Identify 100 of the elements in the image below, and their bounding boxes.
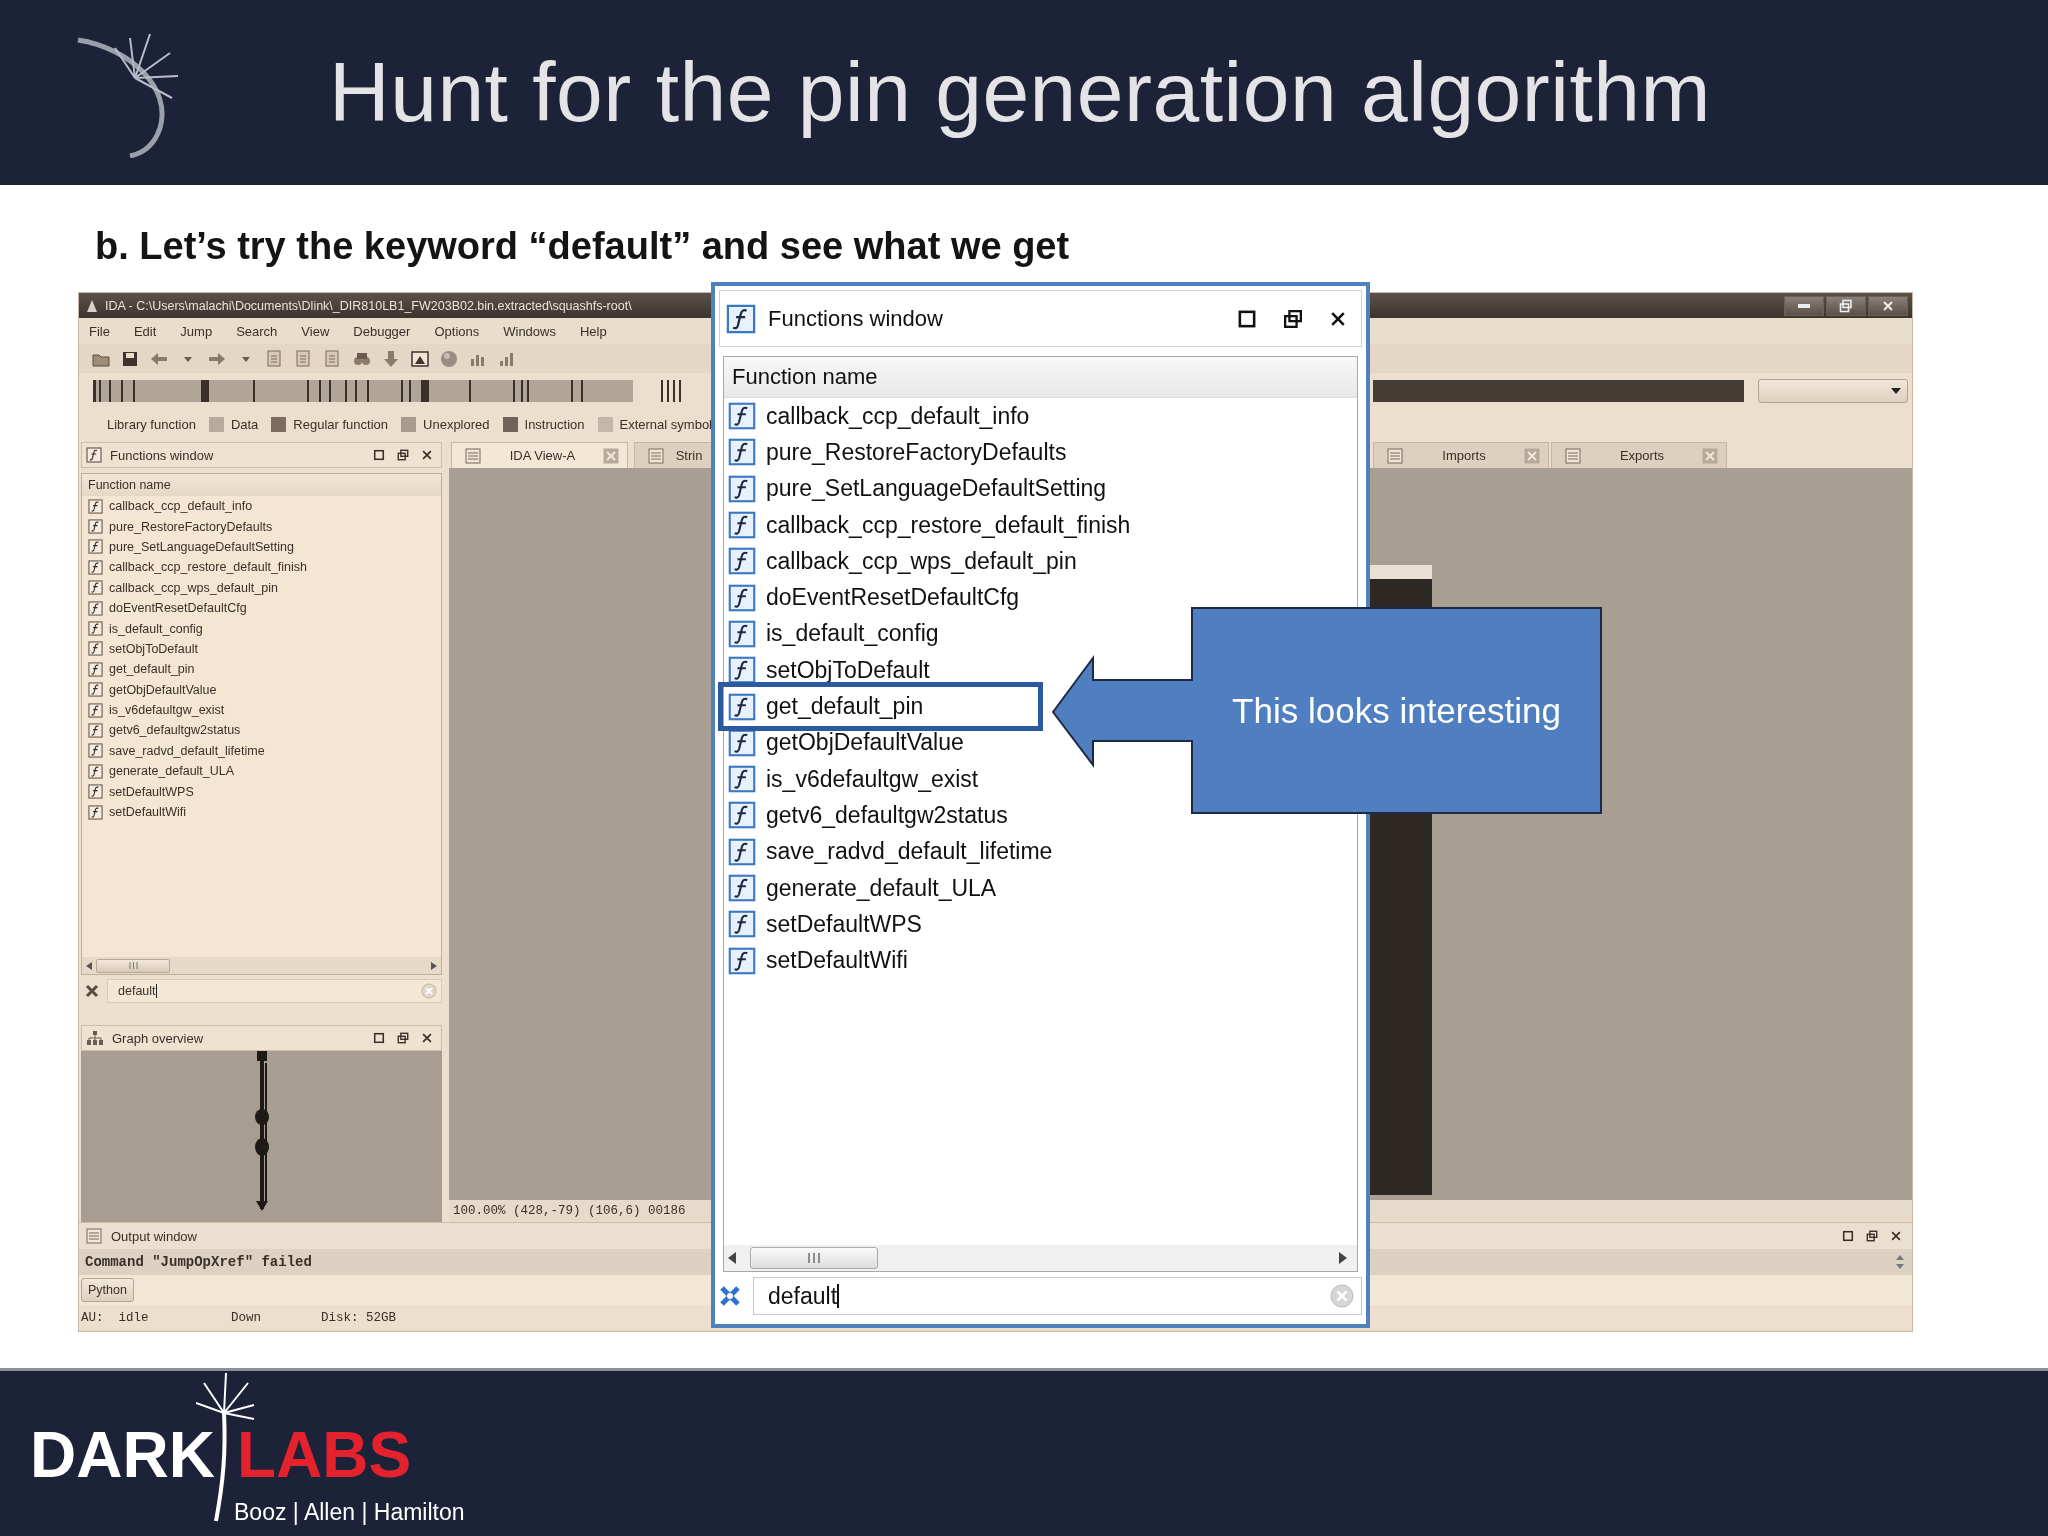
left-arrow-icon: [86, 961, 92, 970]
close-icon[interactable]: [421, 1032, 433, 1044]
minimize-button[interactable]: [1784, 295, 1824, 316]
status-text: Disk: 52GB: [321, 1311, 396, 1325]
function-name[interactable]: get_default_pin: [109, 662, 195, 677]
status-text: Down: [231, 1311, 262, 1325]
restore-icon[interactable]: [397, 1032, 409, 1044]
callout-text: This looks interesting: [1232, 690, 1561, 731]
clear-icon[interactable]: [421, 983, 437, 999]
function-name[interactable]: setObjToDefault: [109, 641, 198, 656]
filter-field[interactable]: default: [107, 979, 442, 1003]
function-name[interactable]: getv6_defaultgw2status: [109, 723, 241, 738]
function-name[interactable]: is_v6defaultgw_exist: [109, 703, 225, 718]
function-icon: [728, 946, 756, 975]
menu-item[interactable]: Options: [434, 323, 480, 339]
window-title: IDA - C:\Users\malachi\Documents\Dlink\_DIR810LB1_FW203B02.bin.extracted\squashfs-root\: [105, 298, 632, 313]
function-icon: [728, 874, 756, 902]
menu-item[interactable]: Jump: [180, 323, 213, 339]
view-tab[interactable]: Imports: [1373, 442, 1549, 468]
menu-item[interactable]: Help: [580, 323, 607, 339]
function-name[interactable]: is_default_config: [766, 620, 939, 648]
horizontal-scrollbar[interactable]: [724, 1245, 1357, 1271]
panel-title: Graph overview: [112, 1030, 204, 1046]
function-name[interactable]: callback_ccp_default_info: [766, 402, 1030, 430]
function-name[interactable]: setDefaultWifi: [766, 947, 908, 975]
output-text: Command "JumpOpXref" failed: [85, 1254, 312, 1270]
close-icon[interactable]: [421, 449, 433, 461]
function-name[interactable]: doEventResetDefaultCfg: [766, 584, 1020, 612]
function-name[interactable]: is_default_config: [109, 621, 203, 636]
view-tab[interactable]: IDA View-A: [451, 442, 628, 468]
function-icon: [88, 702, 103, 718]
function-name[interactable]: callback_ccp_restore_default_finish: [109, 560, 308, 575]
function-name[interactable]: pure_RestoreFactoryDefaults: [109, 519, 273, 534]
scroll-thumb[interactable]: [96, 958, 170, 973]
function-name[interactable]: getObjDefaultValue: [766, 729, 964, 757]
down-arrow-icon[interactable]: [381, 348, 401, 369]
function-name[interactable]: get_default_pin: [766, 693, 924, 720]
function-name[interactable]: is_v6defaultgw_exist: [766, 765, 979, 793]
restore-icon[interactable]: [1866, 1230, 1878, 1242]
function-icon: [728, 765, 756, 794]
python-button[interactable]: Python: [81, 1278, 134, 1302]
menu-item[interactable]: Edit: [133, 323, 157, 339]
grip-icon: [128, 962, 138, 969]
clear-icon[interactable]: [1329, 1283, 1355, 1309]
scroll-thumb[interactable]: [750, 1247, 878, 1269]
close-button[interactable]: [1868, 295, 1908, 316]
sphere-icon[interactable]: [439, 348, 459, 369]
function-name[interactable]: callback_ccp_wps_default_pin: [766, 547, 1077, 575]
maximize-icon[interactable]: [1237, 308, 1257, 329]
menu-item[interactable]: Search: [236, 323, 278, 339]
function-name[interactable]: setDefaultWPS: [109, 784, 194, 799]
document-icon: [1386, 446, 1404, 465]
image-icon[interactable]: [410, 348, 430, 369]
menu-item[interactable]: View: [301, 323, 330, 339]
view-tab[interactable]: Strin: [634, 442, 712, 468]
restore-icon[interactable]: [1283, 308, 1303, 329]
restore-button[interactable]: [1826, 295, 1866, 316]
function-name[interactable]: save_radvd_default_lifetime: [766, 838, 1053, 866]
function-icon: [88, 661, 103, 677]
function-icon: [728, 511, 756, 540]
legend-label: Unexplored: [423, 416, 490, 432]
function-name[interactable]: setDefaultWifi: [109, 805, 187, 820]
legend-label: External symbol: [619, 416, 712, 432]
function-name[interactable]: setObjToDefault: [766, 656, 930, 684]
function-name[interactable]: setDefaultWPS: [766, 910, 922, 938]
function-name[interactable]: callback_ccp_wps_default_pin: [109, 580, 278, 595]
function-name[interactable]: callback_ccp_restore_default_finish: [766, 511, 1131, 539]
function-name[interactable]: pure_SetLanguageDefaultSetting: [766, 475, 1107, 503]
minimize-icon: [1797, 302, 1811, 309]
maximize-icon[interactable]: [373, 1032, 385, 1044]
maximize-icon[interactable]: [1842, 1230, 1854, 1242]
function-name[interactable]: generate_default_ULA: [766, 874, 997, 902]
menu-item[interactable]: Windows: [503, 323, 556, 339]
legend-label: Instruction: [524, 416, 585, 432]
right-arrow-icon: [1339, 1252, 1347, 1264]
menu-item[interactable]: File: [89, 323, 110, 339]
restore-icon[interactable]: [397, 449, 409, 461]
filter-field[interactable]: default: [753, 1277, 1362, 1315]
close-icon[interactable]: [1890, 1230, 1902, 1242]
function-name[interactable]: pure_SetLanguageDefaultSetting: [109, 539, 294, 554]
view-tab[interactable]: Exports: [1551, 442, 1727, 468]
function-icon: [728, 402, 756, 431]
function-icon: [86, 447, 102, 463]
dropdown[interactable]: [1758, 379, 1908, 403]
menu-item[interactable]: Debugger: [353, 323, 411, 339]
horizontal-scrollbar[interactable]: [82, 957, 441, 974]
spin-arrows-icon[interactable]: [1896, 1255, 1904, 1269]
function-name[interactable]: pure_RestoreFactoryDefaults: [766, 438, 1067, 466]
function-icon: [88, 600, 103, 616]
function-name[interactable]: generate_default_ULA: [109, 764, 235, 779]
function-name[interactable]: callback_ccp_default_info: [109, 499, 253, 514]
function-name[interactable]: save_radvd_default_lifetime: [109, 743, 265, 758]
maximize-icon[interactable]: [373, 449, 385, 461]
column-header: Function name: [82, 474, 441, 496]
window-title: Functions window: [768, 305, 943, 332]
function-icon: [88, 723, 103, 738]
function-name[interactable]: doEventResetDefaultCfg: [109, 601, 247, 616]
caret-icon: [1891, 388, 1901, 394]
function-name[interactable]: getv6_defaultgw2status: [766, 801, 1008, 829]
function-name[interactable]: getObjDefaultValue: [109, 682, 217, 697]
